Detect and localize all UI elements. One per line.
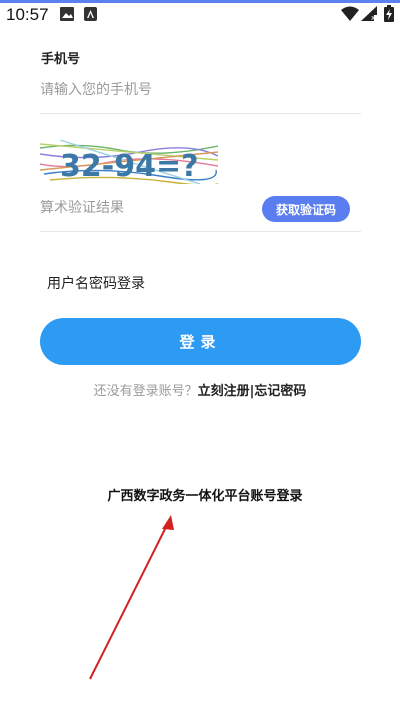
phone-divider [40,113,361,114]
image-icon [60,7,74,21]
signal-icon: x [361,6,377,21]
register-link[interactable]: 立刻注册 [198,384,250,399]
captcha-divider [40,231,361,232]
battery-icon [384,5,394,22]
login-button[interactable]: 登录 [40,318,361,365]
phone-label: 手机号 [41,52,81,67]
username-password-login-link[interactable]: 用户名密码登录 [47,273,145,293]
svg-text:x: x [371,14,375,21]
gx-unified-login-link[interactable]: 广西数字政务一体化平台账号登录 [0,485,400,504]
captcha-result-input[interactable] [40,196,250,220]
forgot-password-link[interactable]: 忘记密码 [254,384,306,399]
status-bar: 10:57 x [0,3,400,25]
wifi-icon [341,6,359,21]
register-prompt: 还没有登录账号？ [93,384,198,399]
app-notification-icon [84,7,97,21]
captcha-image[interactable]: 32-94=? [40,140,218,184]
status-time: 10:57 [6,5,49,24]
get-code-button[interactable]: 获取验证码 [262,196,350,222]
register-line: 还没有登录账号？立刻注册|忘记密码 [0,380,400,399]
captcha-text: 32-94=? [60,149,199,184]
phone-input[interactable] [40,77,361,103]
